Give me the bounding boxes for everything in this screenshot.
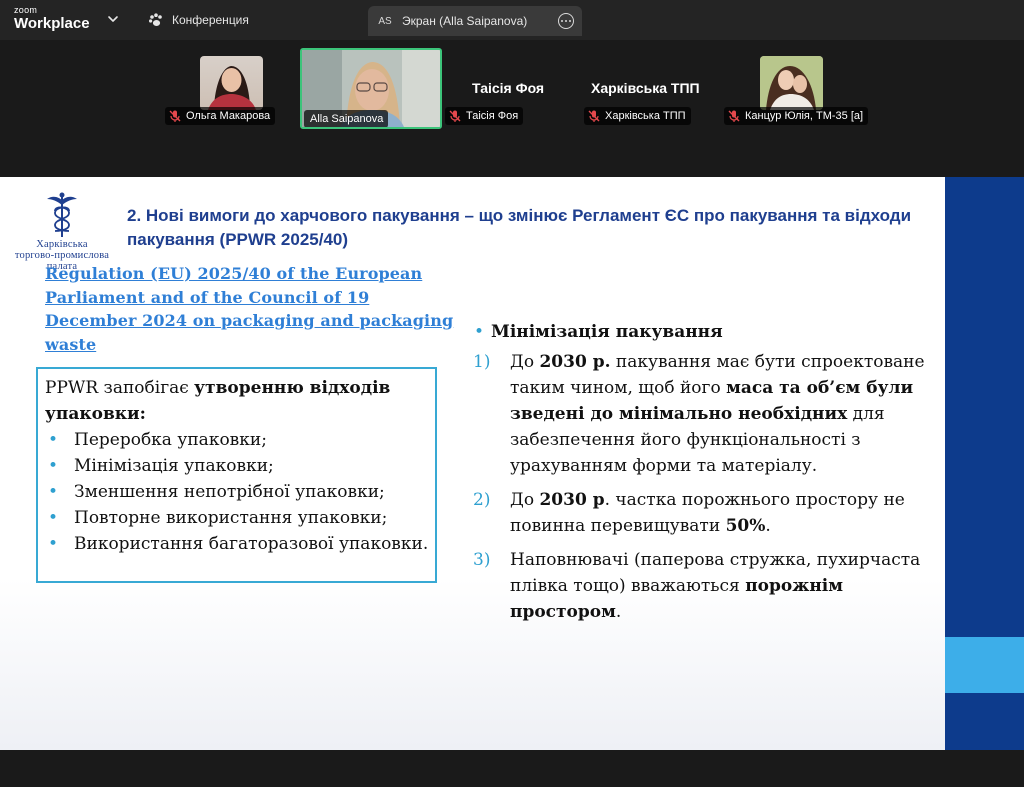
participant-name: Харківська ТПП	[605, 110, 686, 122]
numbered-item: 2) До 2030 р. частка порожнього простору …	[470, 487, 930, 539]
item-text: Наповнювачі (паперова стружка, пухирчаст…	[510, 550, 921, 596]
participant-photo	[760, 56, 823, 110]
list-item: Повторне використання упаковки;	[45, 505, 429, 531]
slide-title: 2. Нові вимоги до харчового пакування – …	[127, 206, 912, 249]
participant-display-name: Таісія Фоя	[472, 80, 545, 96]
screen-share-tab[interactable]: AS Экран (Alla Saipanova)	[368, 6, 582, 36]
participant-name-tag: Alla Saipanova	[304, 110, 389, 127]
list-item: Мінімізація упаковки;	[45, 453, 429, 479]
zoom-window: zoom Workplace Конференция AS Экран (All…	[0, 0, 1024, 787]
item-number: 2)	[473, 490, 491, 510]
logo-line-1: Харківська	[36, 239, 88, 250]
participant-strip: Ольга Макарова Alla Saipanova Таісія Фоя	[0, 40, 1024, 176]
participant-tile-active-speaker[interactable]: Alla Saipanova	[300, 48, 442, 129]
brand-small: zoom	[14, 5, 38, 15]
ppwr-goals-box: PPWR запобігає утворенню відходів упаков…	[36, 367, 437, 583]
box-intro-plain: PPWR запобігає	[45, 378, 195, 398]
mic-off-icon	[728, 110, 740, 122]
list-item: Зменшення непотрібної упаковки;	[45, 479, 429, 505]
top-bar: zoom Workplace Конференция AS Экран (All…	[0, 0, 1024, 40]
conference-label: Конференция	[172, 13, 249, 27]
participant-tile[interactable]: Таісія Фоя Таісія Фоя	[442, 40, 582, 132]
participant-name-tag: Ольга Макарова	[165, 107, 276, 125]
list-item: Переробка упаковки;	[45, 427, 429, 453]
item-text: .	[765, 516, 771, 536]
slide-side-bar	[945, 177, 1024, 750]
participant-name: Ольга Макарова	[186, 110, 271, 122]
numbered-item: 3) Наповнювачі (паперова стружка, пухирча…	[470, 547, 930, 625]
participant-name-tag: Канцур Юлія, ТМ-35 [а]	[724, 107, 869, 125]
more-options-icon[interactable]	[558, 13, 574, 29]
paw-icon	[149, 13, 162, 26]
numbered-item: 1) До 2030 р. пакування має бути спроекто…	[470, 349, 930, 479]
caduceus-icon	[47, 192, 77, 237]
item-text-bold: 50%	[725, 516, 766, 536]
list-item: Використання багаторазової упаковки.	[45, 531, 429, 557]
item-number: 1)	[473, 352, 491, 372]
minimization-section: Мінімізація пакування 1)До 2030 р. пакув…	[470, 319, 930, 633]
mic-off-icon	[169, 110, 181, 122]
presenter-avatar-badge: AS	[378, 15, 392, 27]
slide-side-bar-accent	[945, 637, 1024, 693]
participant-name: Таісія Фоя	[466, 110, 519, 122]
logo-line-2: торгово-промислова	[14, 250, 110, 261]
section-heading: Мінімізація пакування	[470, 319, 930, 345]
numbered-list: 1) До 2030 р. пакування має бути спроекто…	[470, 349, 930, 625]
item-text-bold: 2030 р.	[539, 352, 611, 372]
brand-big: Workplace	[14, 15, 90, 32]
bottom-area	[0, 750, 1024, 787]
box-list: Переробка упаковки; Мінімізація упаковки…	[45, 427, 429, 557]
participant-tile[interactable]: Канцур Юлія, ТМ-35 [а]	[722, 40, 882, 132]
participant-display-name: Харківська ТПП	[591, 80, 700, 96]
zoom-workplace-logo[interactable]: zoom Workplace	[14, 5, 90, 32]
participant-photo	[200, 56, 263, 110]
shared-screen-slide: Харківська торгово-промислова палата 2. …	[0, 177, 945, 750]
chevron-down-icon[interactable]	[106, 12, 120, 26]
item-text: До	[510, 490, 540, 510]
conference-tab[interactable]: Конференция	[148, 11, 249, 29]
item-text: .	[615, 602, 622, 622]
chamber-of-commerce-logo: Харківська торгово-промислова палата	[6, 191, 118, 272]
item-number: 3)	[473, 550, 491, 570]
participant-name: Канцур Юлія, ТМ-35 [а]	[745, 110, 864, 122]
mic-off-icon	[588, 110, 600, 122]
participant-name-tag: Харківська ТПП	[584, 107, 691, 125]
participant-tile[interactable]: Харківська ТПП Харківська ТПП	[582, 40, 722, 132]
item-text-bold: 2030 р	[539, 490, 605, 510]
participant-tile[interactable]: Ольга Макарова	[160, 40, 300, 132]
regulation-link[interactable]: Regulation (EU) 2025/40 of the European …	[45, 262, 465, 356]
box-intro: PPWR запобігає утворенню відходів упаков…	[45, 375, 429, 427]
participant-name: Alla Saipanova	[310, 113, 384, 125]
participant-name-tag: Таісія Фоя	[445, 107, 524, 125]
mic-off-icon	[449, 110, 461, 122]
screen-share-label: Экран (Alla Saipanova)	[402, 14, 528, 28]
item-text: До	[510, 352, 540, 372]
